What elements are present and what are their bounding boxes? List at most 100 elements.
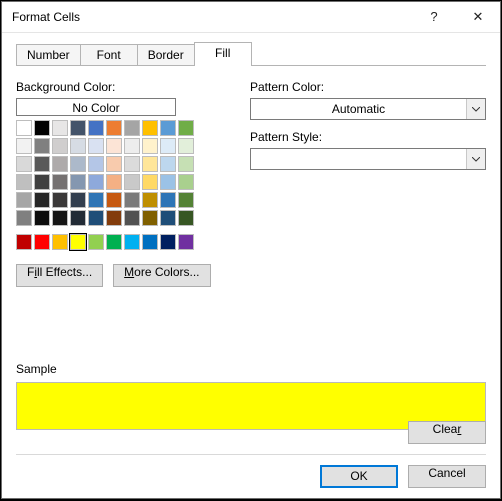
color-swatch[interactable] [124, 192, 140, 208]
fill-panel: Background Color: No Color Fill Effects.… [16, 80, 486, 287]
color-swatch[interactable] [106, 174, 122, 190]
color-swatch[interactable] [88, 174, 104, 190]
color-swatch[interactable] [70, 234, 86, 250]
color-swatch[interactable] [160, 120, 176, 136]
tab-bar: Number Font Border Fill [16, 42, 486, 66]
background-color-section: Background Color: No Color Fill Effects.… [16, 80, 216, 287]
color-swatch[interactable] [34, 174, 50, 190]
tab-font[interactable]: Font [80, 44, 138, 65]
tab-fill[interactable]: Fill [194, 42, 252, 66]
pattern-color-value: Automatic [251, 99, 466, 119]
color-swatch[interactable] [88, 156, 104, 172]
color-swatch[interactable] [160, 174, 176, 190]
color-swatch[interactable] [16, 138, 32, 154]
color-swatch[interactable] [160, 192, 176, 208]
color-swatch[interactable] [70, 192, 86, 208]
color-swatch[interactable] [160, 210, 176, 226]
color-swatch[interactable] [124, 156, 140, 172]
ok-button[interactable]: OK [320, 465, 398, 488]
color-swatch[interactable] [70, 174, 86, 190]
color-swatch[interactable] [70, 138, 86, 154]
color-swatch[interactable] [52, 234, 68, 250]
color-swatch[interactable] [16, 210, 32, 226]
color-swatch[interactable] [106, 120, 122, 136]
color-swatch[interactable] [178, 120, 194, 136]
color-swatch[interactable] [34, 192, 50, 208]
color-swatch[interactable] [70, 156, 86, 172]
sample-label: Sample [16, 362, 486, 376]
pattern-color-label: Pattern Color: [250, 80, 486, 94]
tab-number[interactable]: Number [16, 44, 81, 65]
color-swatch[interactable] [160, 138, 176, 154]
color-swatch[interactable] [142, 156, 158, 172]
color-swatch[interactable] [88, 234, 104, 250]
pattern-style-combo[interactable] [250, 148, 486, 170]
color-swatch[interactable] [34, 138, 50, 154]
no-color-button[interactable]: No Color [16, 98, 176, 116]
color-swatch[interactable] [34, 210, 50, 226]
color-swatch[interactable] [16, 174, 32, 190]
color-swatch[interactable] [160, 234, 176, 250]
pattern-style-label: Pattern Style: [250, 130, 486, 144]
color-swatch[interactable] [124, 138, 140, 154]
color-swatch[interactable] [124, 120, 140, 136]
color-swatch[interactable] [142, 210, 158, 226]
color-swatch[interactable] [52, 120, 68, 136]
color-swatch[interactable] [178, 156, 194, 172]
dialog-client: Number Font Border Fill Background Color… [2, 32, 500, 498]
color-swatch[interactable] [142, 174, 158, 190]
pattern-section: Pattern Color: Automatic Pattern Style: [250, 80, 486, 287]
color-swatch[interactable] [124, 174, 140, 190]
color-swatch[interactable] [178, 174, 194, 190]
color-swatch[interactable] [106, 156, 122, 172]
tab-border[interactable]: Border [137, 44, 195, 65]
color-swatch[interactable] [88, 210, 104, 226]
color-swatch[interactable] [34, 234, 50, 250]
pattern-style-value [251, 149, 466, 169]
help-button[interactable]: ? [412, 2, 456, 32]
color-swatch[interactable] [88, 120, 104, 136]
cancel-button[interactable]: Cancel [408, 465, 486, 488]
color-swatch[interactable] [70, 210, 86, 226]
background-color-label: Background Color: [16, 80, 216, 94]
more-colors-button[interactable]: More Colors... [113, 264, 210, 287]
color-swatch[interactable] [52, 192, 68, 208]
color-swatch[interactable] [142, 138, 158, 154]
color-swatch[interactable] [124, 234, 140, 250]
color-swatch[interactable] [106, 138, 122, 154]
color-swatch[interactable] [88, 192, 104, 208]
color-swatch[interactable] [142, 234, 158, 250]
color-swatch[interactable] [16, 192, 32, 208]
color-swatch[interactable] [178, 234, 194, 250]
close-button[interactable]: ✕ [456, 2, 500, 32]
color-swatch[interactable] [142, 120, 158, 136]
color-swatch[interactable] [142, 192, 158, 208]
color-swatch[interactable] [52, 174, 68, 190]
chevron-down-icon [466, 149, 485, 169]
color-swatch[interactable] [52, 156, 68, 172]
color-swatch[interactable] [70, 120, 86, 136]
clear-button[interactable]: Clear [408, 421, 486, 444]
color-swatch[interactable] [34, 120, 50, 136]
title-bar: Format Cells ? ✕ [2, 2, 500, 33]
color-swatch[interactable] [16, 234, 32, 250]
color-swatch[interactable] [178, 138, 194, 154]
color-swatch[interactable] [34, 156, 50, 172]
color-swatch[interactable] [16, 120, 32, 136]
color-swatch[interactable] [178, 210, 194, 226]
color-swatch[interactable] [16, 156, 32, 172]
color-swatch[interactable] [52, 210, 68, 226]
color-swatch[interactable] [124, 210, 140, 226]
theme-color-grid [16, 120, 216, 226]
pattern-color-combo[interactable]: Automatic [250, 98, 486, 120]
color-swatch[interactable] [52, 138, 68, 154]
dialog-footer: Clear OK Cancel [16, 421, 486, 488]
color-swatch[interactable] [106, 210, 122, 226]
color-swatch[interactable] [88, 138, 104, 154]
fill-effects-button[interactable]: Fill Effects... [16, 264, 103, 287]
sample-section: Sample [16, 362, 486, 430]
color-swatch[interactable] [160, 156, 176, 172]
color-swatch[interactable] [106, 192, 122, 208]
color-swatch[interactable] [106, 234, 122, 250]
color-swatch[interactable] [178, 192, 194, 208]
